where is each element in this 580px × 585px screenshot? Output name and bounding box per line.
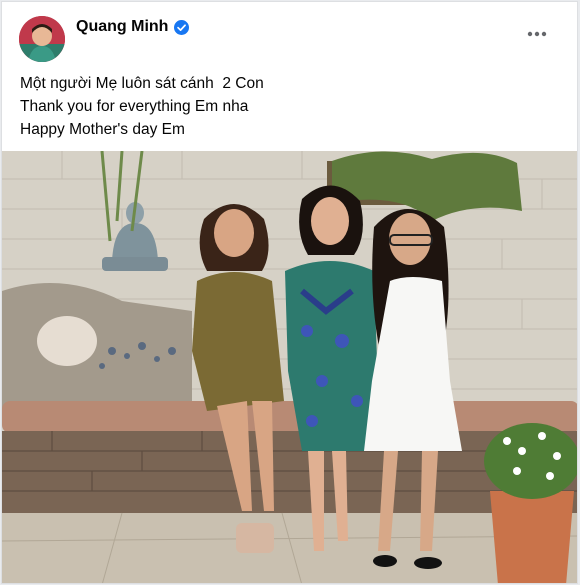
author-name[interactable]: Quang Minh (76, 18, 168, 36)
post-card: Quang Minh Một người Mẹ luôn sát cánh 2 … (1, 1, 578, 584)
more-options-button[interactable] (523, 24, 551, 44)
post-text: Một người Mẹ luôn sát cánh 2 Con Thank y… (20, 72, 560, 141)
more-horizontal-icon (527, 31, 547, 37)
post-photo[interactable] (2, 151, 577, 583)
post-text-line: Happy Mother's day Em (20, 121, 185, 138)
post-header: Quang Minh (2, 2, 577, 66)
post-text-line: Thank you for everything Em nha (20, 98, 249, 115)
author-name-row: Quang Minh (76, 18, 190, 36)
family-photo (2, 151, 577, 583)
avatar[interactable] (19, 16, 65, 62)
post-text-line: Một người Mẹ luôn sát cánh 2 Con (20, 75, 264, 92)
avatar-image (19, 16, 65, 62)
verified-badge-icon (174, 19, 190, 35)
